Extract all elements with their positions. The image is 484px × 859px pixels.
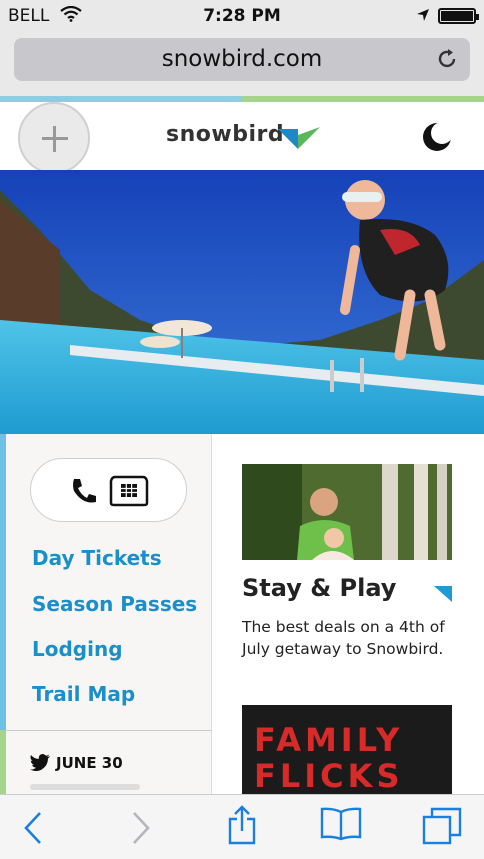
- twitter-bird-icon: [30, 754, 50, 772]
- stay-and-play-card[interactable]: Stay & Play The best deals on a 4th of J…: [242, 464, 452, 658]
- nav-lodging[interactable]: Lodging: [32, 637, 123, 661]
- address-bar[interactable]: snowbird.com: [14, 38, 470, 81]
- bird-logo-icon: [278, 127, 320, 149]
- share-icon[interactable]: [226, 805, 258, 849]
- feature-title[interactable]: Stay & Play: [242, 574, 396, 602]
- tweet-preview: [30, 784, 140, 790]
- ticket-calendar-icon[interactable]: [109, 475, 149, 511]
- quick-nav-panel: Day Tickets Season Passes Lodging Trail …: [0, 434, 212, 794]
- url-text[interactable]: snowbird.com: [14, 46, 470, 72]
- site-header: snowbird: [0, 102, 484, 174]
- panel-accent-blue: [0, 434, 6, 730]
- marquee-line-1: FAMILY: [254, 721, 404, 759]
- nav-trail-map[interactable]: Trail Map: [32, 682, 135, 706]
- nav-season-passes[interactable]: Season Passes: [32, 592, 197, 616]
- browser-address-area: snowbird.com: [0, 30, 484, 96]
- hero-image: [0, 170, 484, 434]
- family-flicks-card[interactable]: FAMILY FLICKS: [242, 705, 452, 795]
- phone-icon[interactable]: [71, 477, 97, 509]
- browser-toolbar: [0, 794, 484, 859]
- feature-description: The best deals on a 4th of July getaway …: [242, 618, 445, 658]
- location-arrow-icon: [416, 7, 430, 26]
- tweet-header[interactable]: JUNE 30: [30, 754, 123, 775]
- battery-icon: [438, 8, 479, 24]
- stay-and-play-photo[interactable]: [242, 464, 452, 560]
- back-arrow-icon[interactable]: [22, 811, 44, 849]
- bookmarks-icon[interactable]: [320, 807, 362, 845]
- corner-arrow-icon: [434, 586, 452, 606]
- panel-divider: [6, 730, 212, 731]
- menu-plus-button[interactable]: [18, 102, 90, 174]
- contact-pill[interactable]: [30, 458, 187, 522]
- reload-icon[interactable]: [436, 48, 458, 74]
- panel-accent-green: [0, 730, 6, 794]
- marquee-line-2: FLICKS: [254, 757, 404, 795]
- tabs-icon[interactable]: [422, 807, 462, 849]
- forward-arrow-icon[interactable]: [130, 811, 152, 849]
- logo-text: snowbird: [166, 122, 285, 147]
- status-bar: BELL 7:28 PM: [0, 0, 484, 30]
- tweet-date: JUNE 30: [56, 754, 123, 772]
- nav-day-tickets[interactable]: Day Tickets: [32, 546, 162, 570]
- status-time: 7:28 PM: [203, 6, 281, 26]
- weather-moon-icon[interactable]: [420, 120, 454, 158]
